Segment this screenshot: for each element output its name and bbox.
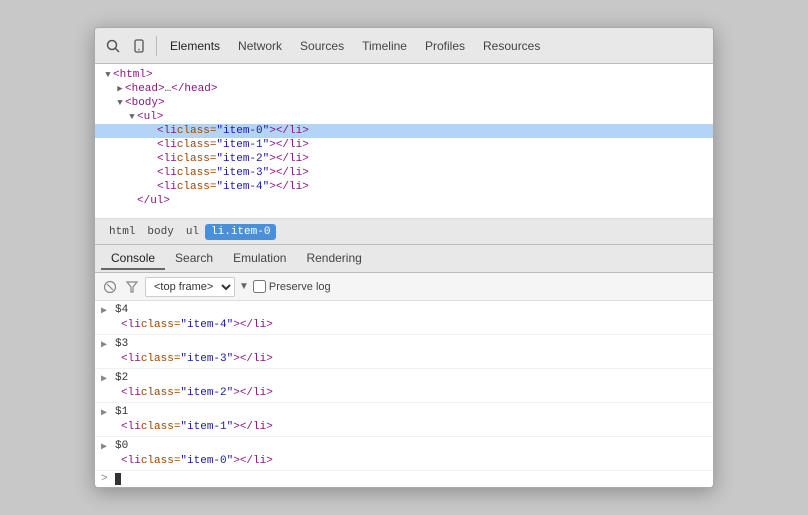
breadcrumb-html[interactable]: html [103,224,141,240]
console-prompt: > [101,473,115,485]
preserve-log-container: Preserve log [253,280,331,293]
tab-network[interactable]: Network [230,35,290,57]
console-row-1-var: ▶ $1 [95,405,713,420]
tab-sources[interactable]: Sources [292,35,352,57]
tab-timeline[interactable]: Timeline [354,35,415,57]
console-entry-3: ▶ $3 <li class="item-3"></li> [95,335,713,369]
triangle-head[interactable]: ▶ [115,84,125,94]
elements-panel: ▼ <html> ▶ <head>…</head> ▼ <body> ▼ <ul… [95,64,713,219]
triangle-html[interactable]: ▼ [103,70,113,80]
triangle-ul[interactable]: ▼ [127,112,137,122]
console-entry-2: ▶ $2 <li class="item-2"></li> [95,369,713,403]
clear-console-icon[interactable] [101,278,119,296]
var-0: $0 [115,440,128,452]
console-entry-4: ▶ $4 <li class="item-4"></li> [95,301,713,335]
breadcrumb-ul[interactable]: ul [180,224,205,240]
console-row-2-html: <li class="item-2"></li> [95,386,713,400]
expand-arrow-4[interactable]: ▶ [101,304,115,317]
console-cursor [115,473,121,485]
triangle-body[interactable]: ▼ [115,98,125,108]
devtools-window: Elements Network Sources Timeline Profil… [94,27,714,488]
expand-arrow-2[interactable]: ▶ [101,372,115,385]
console-entry-1: ▶ $1 <li class="item-1"></li> [95,403,713,437]
var-1: $1 [115,406,128,418]
html-line-li-1[interactable]: <li class="item-1"></li> [95,138,713,152]
var-3: $3 [115,338,128,350]
html-line-li-4[interactable]: <li class="item-4"></li> [95,180,713,194]
console-row-4-var: ▶ $4 [95,303,713,318]
breadcrumb-li-item0[interactable]: li.item-0 [205,224,276,240]
dropdown-arrow: ▼ [239,281,249,292]
html-line-ul[interactable]: ▼ <ul> [95,110,713,124]
console-row-3-var: ▶ $3 [95,337,713,352]
console-output[interactable]: ▶ $4 <li class="item-4"></li> ▶ $3 <li c… [95,301,713,487]
filter-icon[interactable] [123,278,141,296]
toolbar: Elements Network Sources Timeline Profil… [95,28,713,64]
console-toolbar: <top frame> ▼ Preserve log [95,273,713,301]
toolbar-divider [156,36,157,56]
preserve-log-label: Preserve log [269,281,331,293]
console-tabs: Console Search Emulation Rendering [95,245,713,273]
tab-emulation[interactable]: Emulation [223,248,296,270]
search-icon[interactable] [101,34,125,58]
console-row-4-html: <li class="item-4"></li> [95,318,713,332]
tab-profiles[interactable]: Profiles [417,35,473,57]
var-2: $2 [115,372,128,384]
console-row-3-html: <li class="item-3"></li> [95,352,713,366]
console-row-0-html: <li class="item-0"></li> [95,454,713,468]
device-icon[interactable] [127,34,151,58]
html-line-ul-close[interactable]: </ul> [95,194,713,208]
expand-arrow-0[interactable]: ▶ [101,440,115,453]
tab-rendering[interactable]: Rendering [296,248,371,270]
console-row-1-html: <li class="item-1"></li> [95,420,713,434]
console-input-row[interactable]: > [95,471,713,487]
html-line-li-2[interactable]: <li class="item-2"></li> [95,152,713,166]
expand-arrow-3[interactable]: ▶ [101,338,115,351]
tab-elements[interactable]: Elements [162,35,228,57]
tab-search[interactable]: Search [165,248,223,270]
frame-select[interactable]: <top frame> [145,277,235,297]
breadcrumb-bar: html body ul li.item-0 [95,219,713,245]
html-line-li-0[interactable]: <li class="item-0"></li> [95,124,713,138]
tab-console[interactable]: Console [101,248,165,270]
console-row-0-var: ▶ $0 [95,439,713,454]
expand-arrow-1[interactable]: ▶ [101,406,115,419]
console-entry-0: ▶ $0 <li class="item-0"></li> [95,437,713,471]
html-line-body[interactable]: ▼ <body> [95,96,713,110]
html-line-html[interactable]: ▼ <html> [95,68,713,82]
console-row-2-var: ▶ $2 [95,371,713,386]
tab-resources[interactable]: Resources [475,35,548,57]
preserve-log-checkbox[interactable] [253,280,266,293]
html-line-head[interactable]: ▶ <head>…</head> [95,82,713,96]
html-line-li-3[interactable]: <li class="item-3"></li> [95,166,713,180]
var-4: $4 [115,304,128,316]
breadcrumb-body[interactable]: body [141,224,179,240]
